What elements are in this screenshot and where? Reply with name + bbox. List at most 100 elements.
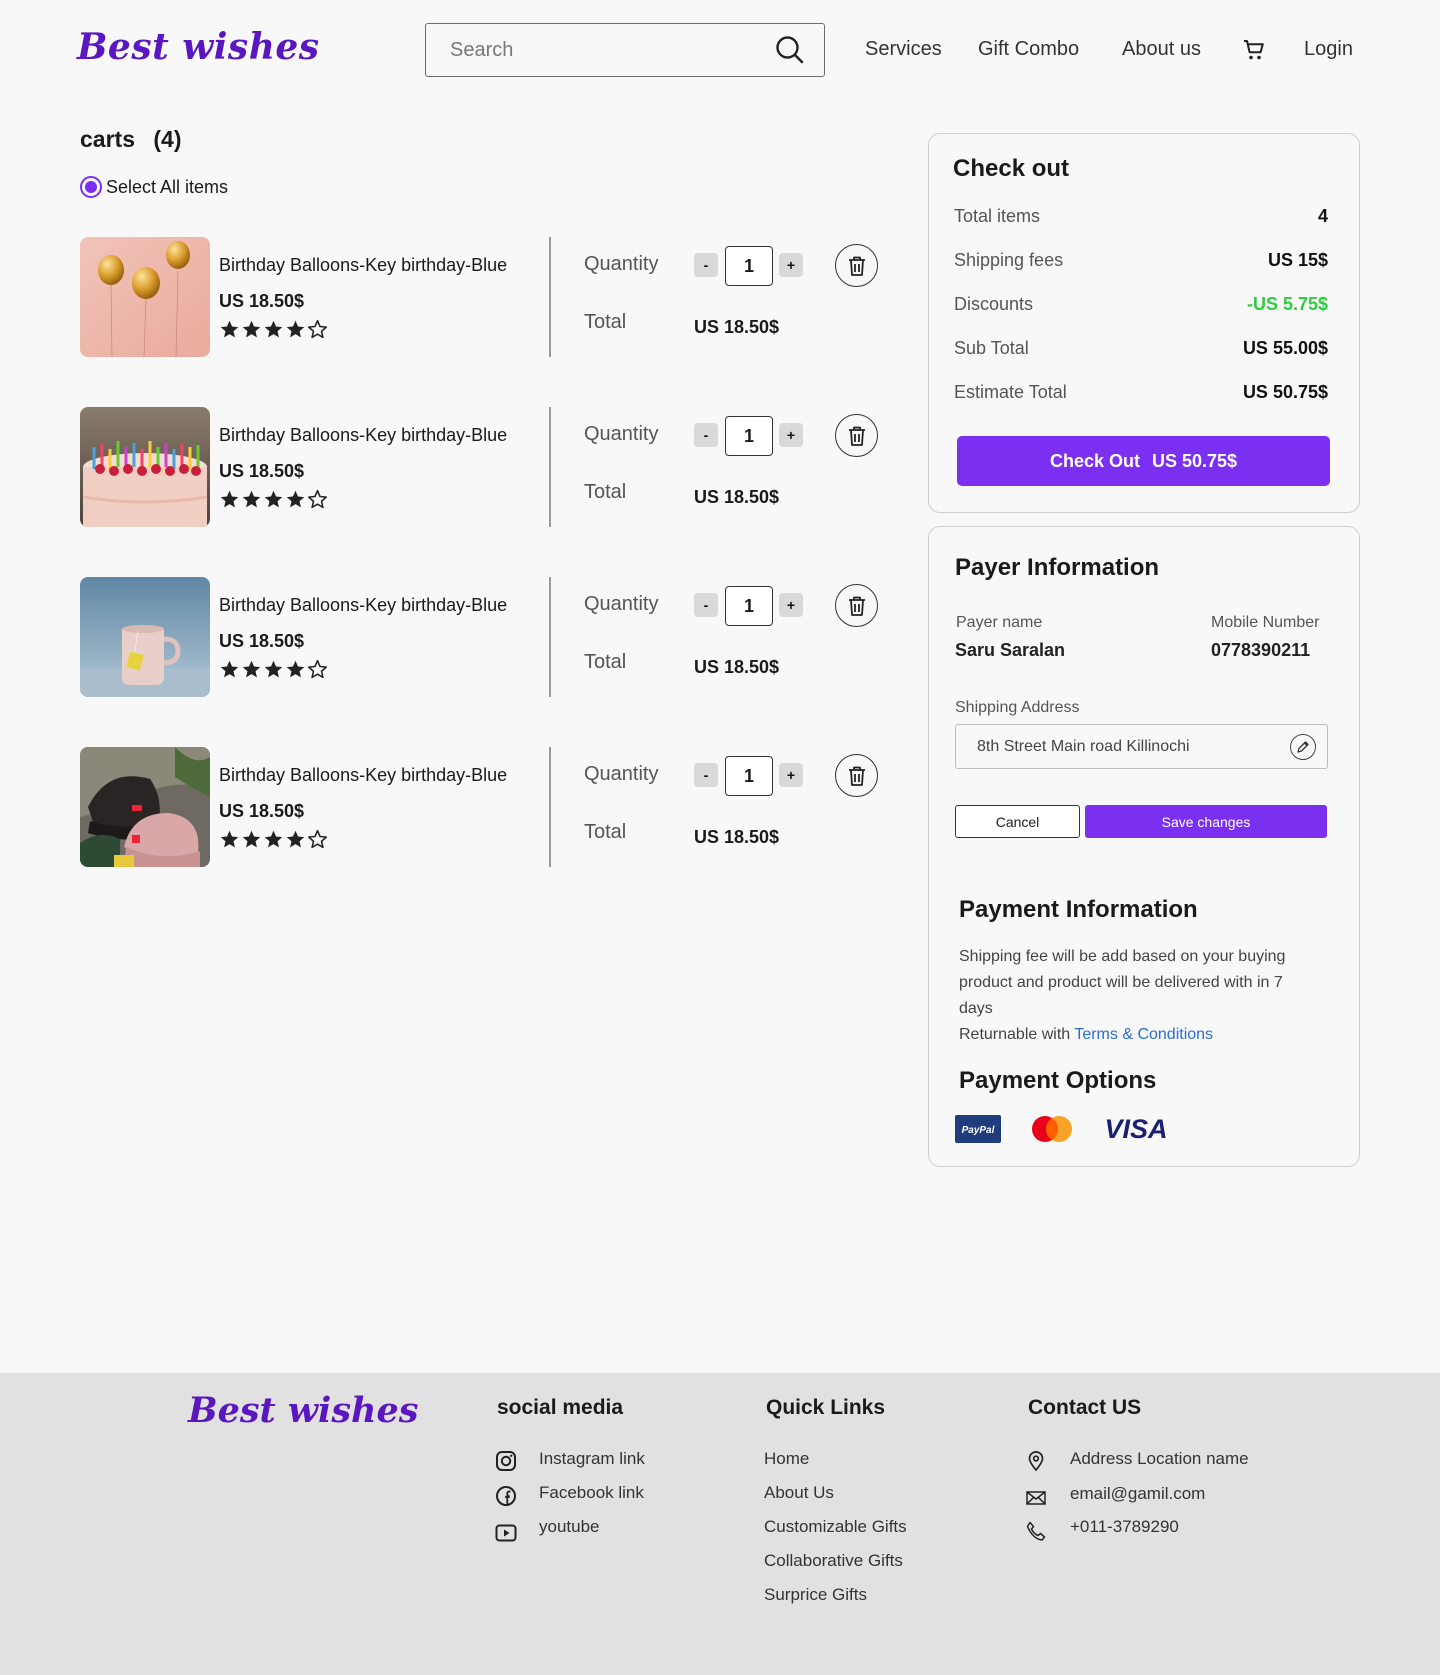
checkout-button-label: Check Out xyxy=(1049,450,1140,471)
divider xyxy=(549,577,551,697)
facebook-link[interactable]: Facebook link xyxy=(539,1483,644,1503)
footer-link-customizable-gifts[interactable]: Customizable Gifts xyxy=(764,1517,907,1537)
item-total: US 18.50$ xyxy=(694,487,780,507)
discount-value: -US 5.75$ xyxy=(1246,294,1328,314)
footer-link-about-us[interactable]: About Us xyxy=(764,1483,834,1503)
product-image-tea-mug[interactable] xyxy=(80,577,210,697)
contact-phone[interactable]: +011-3789290 xyxy=(1070,1517,1179,1537)
star-filled-icon xyxy=(264,660,283,678)
location-pin-icon xyxy=(1028,1451,1044,1472)
summary-value: 4 xyxy=(1317,206,1328,226)
star-empty-icon xyxy=(307,319,328,339)
shopping-cart-icon[interactable] xyxy=(1242,38,1266,62)
select-all-option[interactable]: Select All items xyxy=(80,176,228,198)
divider xyxy=(549,407,551,527)
phone-icon xyxy=(1026,1521,1046,1541)
star-empty-icon xyxy=(307,659,328,679)
product-price: US 18.50$ xyxy=(219,801,305,821)
item-total: US 18.50$ xyxy=(694,317,780,337)
instagram-icon[interactable] xyxy=(495,1450,517,1472)
star-filled-icon xyxy=(242,320,261,338)
nav-services[interactable]: Services xyxy=(865,38,942,61)
quantity-value[interactable]: 1 xyxy=(725,756,773,796)
delete-item-button[interactable] xyxy=(835,244,878,287)
payment-info-text-block: Shipping fee will be add based on your b… xyxy=(959,944,1319,1048)
delete-item-button[interactable] xyxy=(835,414,878,457)
social-media-heading: social media xyxy=(497,1396,624,1419)
quantity-label: Quantity xyxy=(584,763,659,785)
facebook-icon[interactable] xyxy=(495,1485,517,1507)
decrease-quantity-button[interactable]: - xyxy=(694,423,718,447)
footer-link-collaborative-gifts[interactable]: Collaborative Gifts xyxy=(764,1551,903,1571)
quantity-value[interactable]: 1 xyxy=(725,246,773,286)
product-name[interactable]: Birthday Balloons-Key birthday-Blue xyxy=(219,255,507,276)
product-price: US 18.50$ xyxy=(219,291,305,311)
quick-links-heading: Quick Links xyxy=(766,1396,886,1419)
edit-address-button[interactable] xyxy=(1290,733,1316,760)
delete-item-button[interactable] xyxy=(835,754,878,797)
shipping-address-input[interactable] xyxy=(956,737,1290,756)
checkout-button[interactable]: Check Out US 50.75$ xyxy=(957,436,1330,486)
trash-icon xyxy=(848,256,865,276)
select-all-radio[interactable] xyxy=(80,176,102,198)
star-filled-icon xyxy=(264,320,283,338)
youtube-link[interactable]: youtube xyxy=(539,1517,600,1537)
product-image-golden-balloons[interactable] xyxy=(80,237,210,357)
summary-value: US 55.00$ xyxy=(1242,338,1328,358)
mobile-number: 0778390211 xyxy=(1211,640,1311,660)
delete-item-button[interactable] xyxy=(835,584,878,627)
increase-quantity-button[interactable]: + xyxy=(779,423,803,447)
youtube-icon[interactable] xyxy=(495,1522,517,1544)
quantity-value[interactable]: 1 xyxy=(725,416,773,456)
search-input[interactable] xyxy=(426,24,774,76)
select-all-label: Select All items xyxy=(106,176,229,197)
product-price: US 18.50$ xyxy=(219,631,305,651)
star-filled-icon xyxy=(264,830,283,848)
total-label: Total xyxy=(584,311,627,333)
cart-item: Birthday Balloons-Key birthday-Blue US 1… xyxy=(80,747,880,867)
cart-item: Birthday Balloons-Key birthday-Blue US 1… xyxy=(80,407,880,527)
footer-logo[interactable]: Best wishes xyxy=(188,1390,418,1431)
star-empty-icon xyxy=(307,489,328,509)
trash-icon xyxy=(848,596,865,616)
quantity-label: Quantity xyxy=(584,593,659,615)
cancel-button[interactable]: Cancel xyxy=(955,805,1080,838)
increase-quantity-button[interactable]: + xyxy=(779,593,803,617)
instagram-link[interactable]: Instagram link xyxy=(539,1449,645,1469)
nav-about-us[interactable]: About us xyxy=(1122,38,1201,61)
total-label: Total xyxy=(584,481,627,503)
payer-name: Saru Saralan xyxy=(955,640,1066,660)
payment-options-title: Payment Options xyxy=(959,1067,1157,1094)
decrease-quantity-button[interactable]: - xyxy=(694,593,718,617)
product-name[interactable]: Birthday Balloons-Key birthday-Blue xyxy=(219,425,507,446)
summary-shipping-fees: Shipping fees US 15$ xyxy=(954,250,1328,271)
decrease-quantity-button[interactable]: - xyxy=(694,253,718,277)
mobile-number-label: Mobile Number xyxy=(1211,614,1320,631)
product-name[interactable]: Birthday Balloons-Key birthday-Blue xyxy=(219,595,507,616)
product-image-birthday-cake[interactable] xyxy=(80,407,210,527)
increase-quantity-button[interactable]: + xyxy=(779,763,803,787)
paypal-icon[interactable]: PayPal xyxy=(955,1115,1001,1143)
footer-link-home[interactable]: Home xyxy=(764,1449,809,1469)
brand-logo[interactable]: Best wishes xyxy=(77,26,320,68)
summary-label: Total items xyxy=(954,206,1041,226)
search-icon[interactable] xyxy=(774,34,806,66)
mastercard-icon[interactable] xyxy=(1030,1115,1074,1143)
quantity-value[interactable]: 1 xyxy=(725,586,773,626)
visa-icon[interactable]: VISA xyxy=(1103,1113,1169,1143)
decrease-quantity-button[interactable]: - xyxy=(694,763,718,787)
product-name[interactable]: Birthday Balloons-Key birthday-Blue xyxy=(219,765,507,786)
summary-value: US 50.75$ xyxy=(1242,382,1328,402)
footer-link-surprise-gifts[interactable]: Surprice Gifts xyxy=(764,1585,867,1605)
terms-conditions-link[interactable]: Terms & Conditions xyxy=(1074,1026,1213,1043)
login-link[interactable]: Login xyxy=(1304,38,1353,61)
star-filled-icon xyxy=(264,490,283,508)
star-filled-icon xyxy=(220,490,239,508)
total-label: Total xyxy=(584,821,627,843)
product-image-beanie-hats[interactable] xyxy=(80,747,210,867)
contact-email[interactable]: email@gamil.com xyxy=(1070,1484,1205,1504)
increase-quantity-button[interactable]: + xyxy=(779,253,803,277)
nav-gift-combo[interactable]: Gift Combo xyxy=(978,38,1079,61)
save-changes-button[interactable]: Save changes xyxy=(1085,805,1327,838)
summary-label: Shipping fees xyxy=(954,250,1064,270)
